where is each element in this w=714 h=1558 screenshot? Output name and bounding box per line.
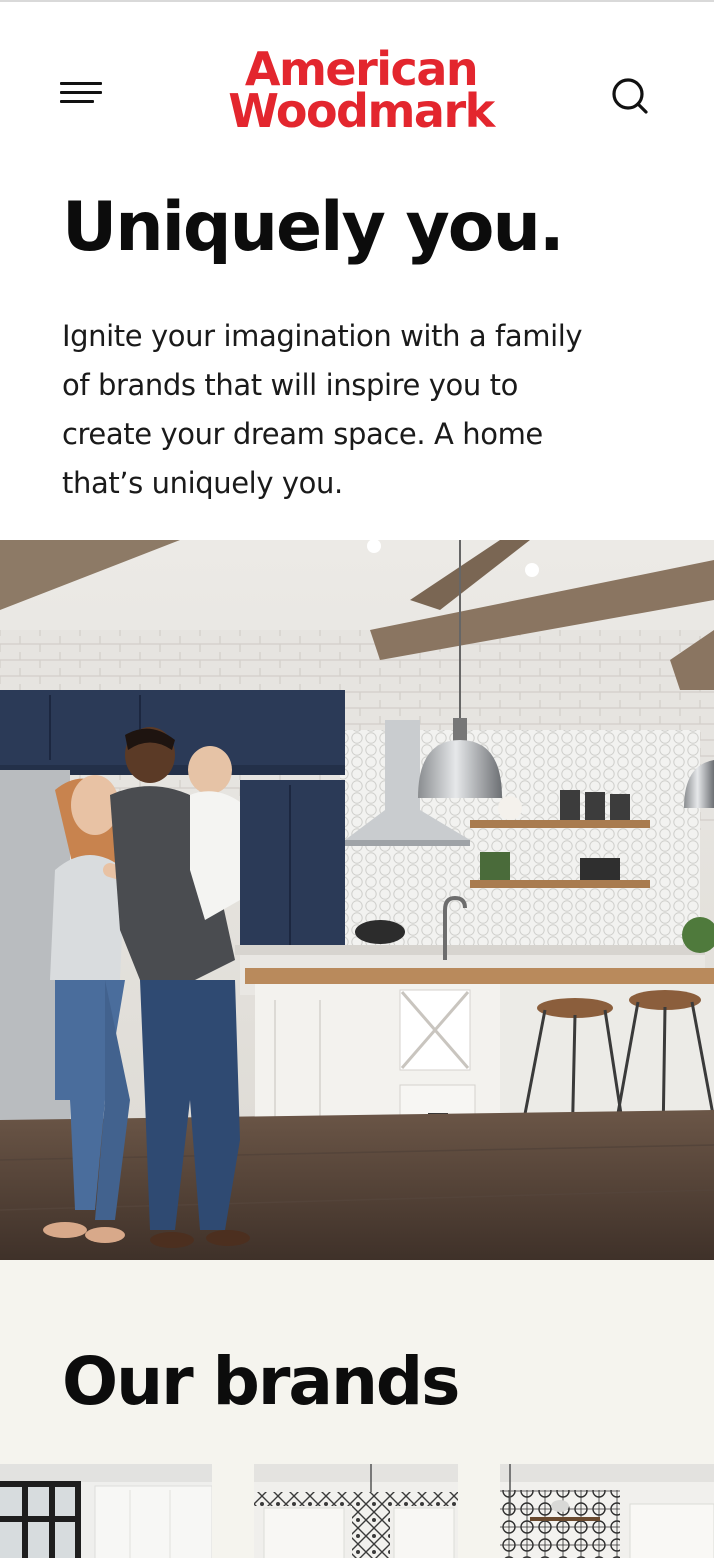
brand-card-1[interactable] [0, 1464, 212, 1558]
brands-heading: Our brands [62, 1343, 460, 1420]
search-icon[interactable] [610, 76, 650, 116]
page-title: Uniquely you. [62, 188, 565, 267]
hero-description: Ignite your imagination with a family of… [62, 319, 583, 500]
brand-card-3[interactable] [500, 1464, 714, 1558]
logo-line-2: Woodmark [228, 84, 495, 138]
brands-section: Our brands [0, 1260, 714, 1558]
kitchen-family-photo [0, 540, 714, 1260]
brand-card-2[interactable] [254, 1464, 458, 1558]
american-woodmark-logo[interactable]: American Woodmark [196, 46, 526, 138]
hamburger-menu-icon[interactable] [60, 82, 104, 108]
site-header: American Woodmark [0, 2, 714, 182]
